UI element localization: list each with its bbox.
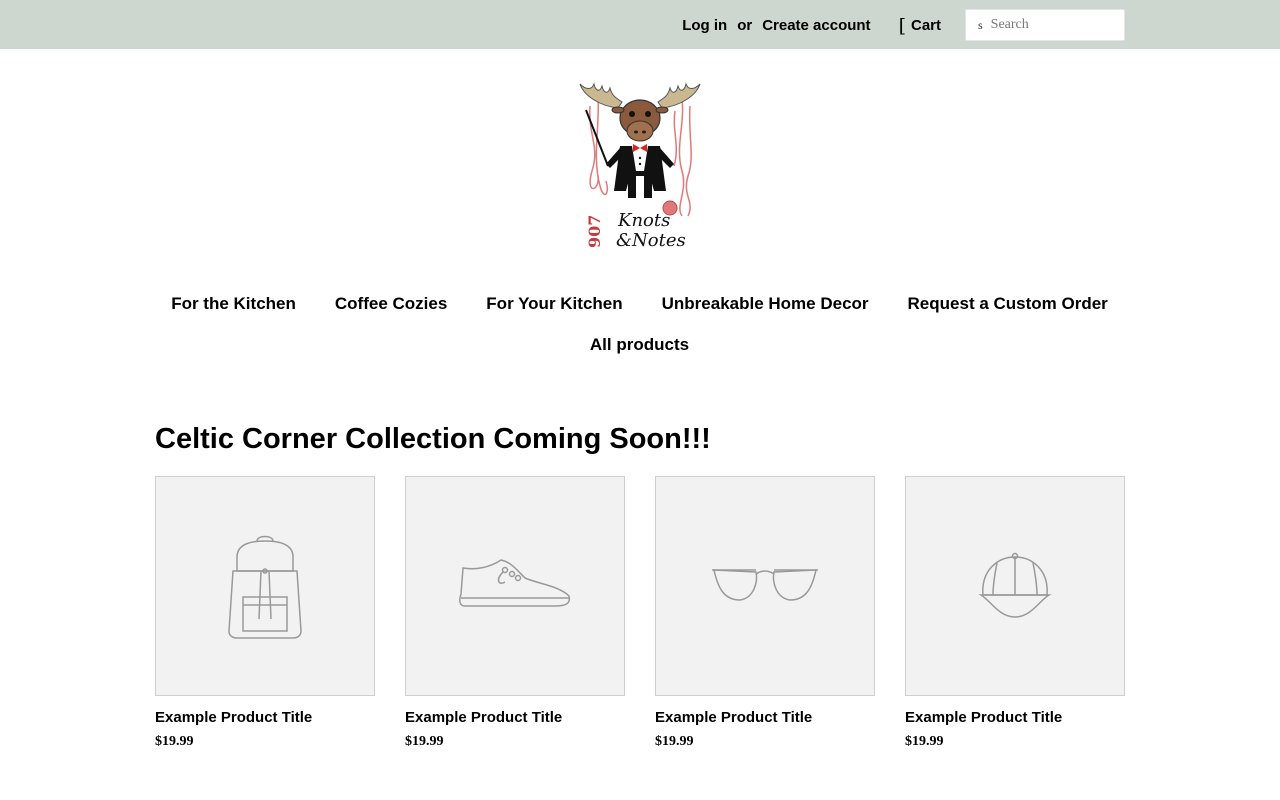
product-price: $19.99 <box>155 734 194 749</box>
glasses-icon <box>712 569 818 601</box>
logo-line2: &Notes <box>616 230 686 251</box>
product-card[interactable]: Example Product Title $19.99 <box>155 476 375 750</box>
logo-number: 907 <box>585 215 604 248</box>
sneaker-icon <box>459 559 571 607</box>
create-account-link[interactable]: Create account <box>762 17 870 34</box>
product-title[interactable]: Example Product Title <box>405 709 625 726</box>
product-card[interactable]: Example Product Title $19.99 <box>905 476 1125 750</box>
nav-item-coffee-cozies[interactable]: Coffee Cozies <box>335 294 447 314</box>
or-separator: or <box>737 16 753 34</box>
search-box[interactable]: s <box>965 9 1125 41</box>
login-link[interactable]: Log in <box>682 17 727 34</box>
store-logo[interactable]: 907 Knots &Notes <box>570 76 710 256</box>
product-price: $19.99 <box>905 734 944 749</box>
search-input[interactable] <box>990 17 1111 33</box>
cart-link[interactable]: [ Cart <box>899 16 941 35</box>
cart-label: Cart <box>910 16 941 34</box>
product-title[interactable]: Example Product Title <box>905 709 1125 726</box>
product-price: $19.99 <box>655 734 694 749</box>
product-image[interactable] <box>655 476 875 696</box>
nav-row-1: For the Kitchen Coffee Cozies For Your K… <box>140 288 1140 329</box>
nav-row-2: All products <box>140 329 1140 370</box>
product-title[interactable]: Example Product Title <box>155 709 375 726</box>
product-title[interactable]: Example Product Title <box>655 709 875 726</box>
collection-title: Celtic Corner Collection Coming Soon!!! <box>155 423 711 455</box>
product-image[interactable] <box>405 476 625 696</box>
product-grid: Example Product Title $19.99 Example Pro… <box>155 476 1125 750</box>
account-links: Log in or Create account [ Cart s <box>682 9 1125 41</box>
main-nav: For the Kitchen Coffee Cozies For Your K… <box>140 288 1140 370</box>
product-card[interactable]: Example Product Title $19.99 <box>655 476 875 750</box>
top-bar: Log in or Create account [ Cart s <box>0 0 1280 49</box>
cap-icon <box>978 552 1052 618</box>
product-card[interactable]: Example Product Title $19.99 <box>405 476 625 750</box>
product-price: $19.99 <box>405 734 444 749</box>
moose-conductor-logo-icon: 907 Knots &Notes <box>579 82 701 251</box>
cart-icon: [ <box>898 14 906 37</box>
nav-item-all-products[interactable]: All products <box>590 335 689 355</box>
logo-line1: Knots <box>617 210 670 231</box>
backpack-icon <box>228 535 302 639</box>
search-icon[interactable]: s <box>978 18 983 33</box>
nav-item-request-custom-order[interactable]: Request a Custom Order <box>908 294 1108 314</box>
product-image[interactable] <box>905 476 1125 696</box>
nav-item-for-the-kitchen[interactable]: For the Kitchen <box>171 294 296 314</box>
product-image[interactable] <box>155 476 375 696</box>
nav-item-unbreakable-home-decor[interactable]: Unbreakable Home Decor <box>662 294 869 314</box>
nav-item-for-your-kitchen[interactable]: For Your Kitchen <box>486 294 622 314</box>
